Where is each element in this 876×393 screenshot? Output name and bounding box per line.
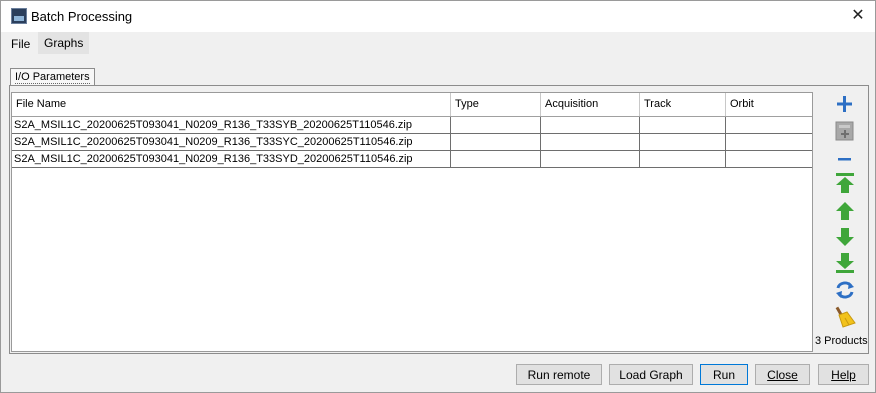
cell-orbit[interactable] [726, 134, 812, 150]
column-header-file-name[interactable]: File Name [12, 93, 451, 116]
refresh-icon[interactable] [833, 279, 857, 301]
tab-io-parameters-label: I/O Parameters [15, 71, 90, 84]
clear-icon[interactable] [833, 306, 857, 328]
move-down-icon[interactable] [833, 226, 857, 248]
batch-processing-window: Batch Processing ✕ File Graphs I/O Param… [0, 0, 876, 393]
product-table: File Name Type Acquisition Track Orbit S… [11, 92, 813, 352]
table-row[interactable]: S2A_MSIL1C_20200625T093041_N0209_R136_T3… [12, 117, 812, 134]
column-header-track[interactable]: Track [640, 93, 726, 116]
cell-track[interactable] [640, 117, 726, 133]
cell-file-name[interactable]: S2A_MSIL1C_20200625T093041_N0209_R136_T3… [12, 151, 451, 167]
io-parameters-panel: File Name Type Acquisition Track Orbit S… [9, 85, 869, 354]
tab-io-parameters[interactable]: I/O Parameters [10, 68, 95, 86]
column-header-acquisition[interactable]: Acquisition [541, 93, 640, 116]
run-button[interactable]: Run [700, 364, 748, 385]
cell-type[interactable] [451, 134, 541, 150]
product-count: 3 Products [815, 335, 868, 347]
menu-bar: File Graphs [1, 32, 875, 55]
cell-type[interactable] [451, 151, 541, 167]
cell-track[interactable] [640, 151, 726, 167]
menu-file[interactable]: File [11, 37, 30, 51]
menu-graphs[interactable]: Graphs [38, 32, 90, 54]
add-icon[interactable] [833, 93, 857, 115]
table-row[interactable]: S2A_MSIL1C_20200625T093041_N0209_R136_T3… [12, 134, 812, 151]
cell-file-name[interactable]: S2A_MSIL1C_20200625T093041_N0209_R136_T3… [12, 134, 451, 150]
column-header-orbit[interactable]: Orbit [726, 93, 812, 116]
table-header: File Name Type Acquisition Track Orbit [12, 93, 812, 117]
window-title: Batch Processing [31, 9, 133, 24]
close-window-icon[interactable]: ✕ [847, 5, 869, 27]
title-bar: Batch Processing ✕ [1, 1, 875, 32]
cell-file-name[interactable]: S2A_MSIL1C_20200625T093041_N0209_R136_T3… [12, 117, 451, 133]
snap-app-icon [11, 8, 27, 24]
close-button[interactable]: Close [755, 364, 810, 385]
cell-type[interactable] [451, 117, 541, 133]
product-side-toolbar: 3 Products [815, 92, 868, 350]
cell-track[interactable] [640, 134, 726, 150]
move-up-icon[interactable] [833, 200, 857, 222]
move-top-icon[interactable] [833, 172, 857, 194]
table-row[interactable]: S2A_MSIL1C_20200625T093041_N0209_R136_T3… [12, 151, 812, 168]
move-bottom-icon[interactable] [833, 252, 857, 274]
column-header-type[interactable]: Type [451, 93, 541, 116]
cell-orbit[interactable] [726, 151, 812, 167]
remove-icon[interactable] [833, 148, 857, 170]
help-button-label: Help [831, 368, 856, 382]
add-opened-icon[interactable] [833, 120, 857, 142]
load-graph-button[interactable]: Load Graph [609, 364, 693, 385]
cell-acquisition[interactable] [541, 151, 640, 167]
help-button[interactable]: Help [818, 364, 869, 385]
close-button-label: Close [767, 368, 798, 382]
cell-acquisition[interactable] [541, 134, 640, 150]
cell-acquisition[interactable] [541, 117, 640, 133]
run-remote-button[interactable]: Run remote [516, 364, 602, 385]
cell-orbit[interactable] [726, 117, 812, 133]
